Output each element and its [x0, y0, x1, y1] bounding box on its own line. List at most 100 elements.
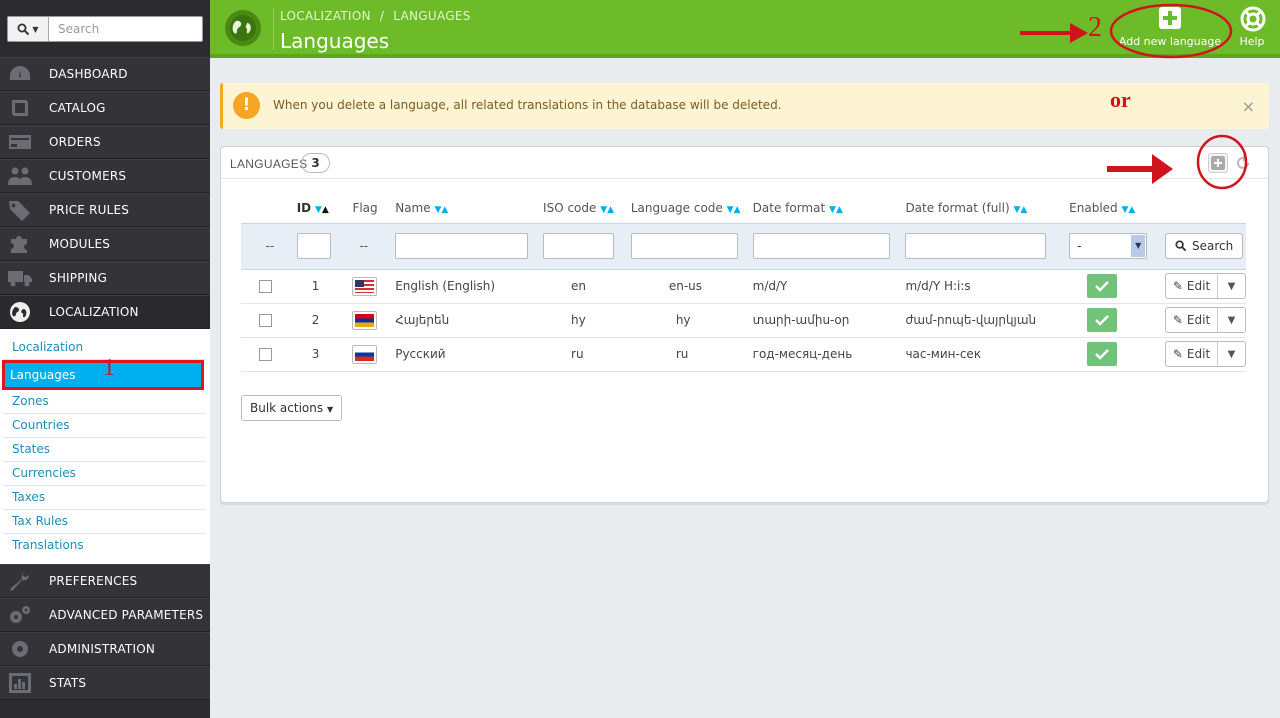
- check-icon: [1095, 281, 1110, 292]
- bulk-actions-button[interactable]: Bulk actions ▼: [241, 395, 343, 421]
- menu-item-price-rules[interactable]: PRICE RULES: [0, 193, 210, 227]
- panel-title: LANGUAGES: [230, 157, 308, 171]
- menu-item-localization[interactable]: LOCALIZATION: [0, 295, 210, 329]
- menu-label: CUSTOMERS: [49, 169, 127, 183]
- column-header-date-format-full[interactable]: Date format (full) ▼▲: [905, 193, 1069, 223]
- filter-enabled-select[interactable]: - ▼: [1069, 233, 1148, 259]
- menu-item-modules[interactable]: MODULES: [0, 227, 210, 261]
- menu-label: SHIPPING: [49, 271, 108, 285]
- menu-item-stats[interactable]: STATS: [0, 666, 210, 700]
- sort-desc-icon[interactable]: ▼: [727, 205, 734, 215]
- sort-asc-icon[interactable]: ▲: [1128, 205, 1135, 215]
- annotation-arrow-add: [1107, 154, 1173, 184]
- submenu-item-zones[interactable]: Zones: [4, 390, 206, 414]
- gear-icon: [0, 632, 40, 666]
- sort-desc-icon[interactable]: ▼: [315, 205, 322, 215]
- row-actions-dropdown[interactable]: ▼: [1218, 308, 1245, 332]
- menu-label: PRICE RULES: [49, 203, 130, 217]
- pencil-icon: ✎: [1172, 313, 1183, 327]
- menu-label: ORDERS: [49, 135, 101, 149]
- caret-down-icon: ▼: [1227, 348, 1236, 360]
- column-header-language-code[interactable]: Language code ▼▲: [631, 193, 753, 223]
- row-checkbox[interactable]: [259, 279, 272, 293]
- menu-label: ADVANCED PARAMETERS: [49, 608, 204, 622]
- sort-asc-icon[interactable]: ▲: [322, 205, 329, 215]
- row-actions-dropdown[interactable]: ▼: [1218, 342, 1245, 366]
- puzzle-icon: [0, 227, 40, 261]
- row-checkbox[interactable]: [259, 347, 272, 361]
- users-icon: [0, 159, 40, 193]
- submenu-item-states[interactable]: States: [4, 438, 206, 462]
- submenu-item-tax-rules[interactable]: Tax Rules: [4, 510, 206, 534]
- check-icon: [1095, 349, 1110, 360]
- cell-iso: en: [543, 269, 631, 304]
- help-button[interactable]: Help: [1235, 6, 1269, 48]
- filter-iso-input[interactable]: [543, 233, 615, 259]
- menu-item-catalog[interactable]: CATALOG: [0, 91, 210, 125]
- annotation-or: or: [1110, 87, 1131, 112]
- row-actions-dropdown[interactable]: ▼: [1218, 274, 1245, 298]
- submenu-item-taxes[interactable]: Taxes: [4, 486, 206, 510]
- header-divider: [273, 8, 274, 50]
- menu-item-preferences[interactable]: PREFERENCES: [0, 564, 210, 598]
- search-button[interactable]: Search: [1165, 233, 1244, 259]
- sort-asc-icon[interactable]: ▲: [1020, 205, 1027, 215]
- sort-asc-icon[interactable]: ▲: [441, 205, 448, 215]
- languages-panel: LANGUAGES 3 ID ▼▲ Flag Name ▼▲ ISO code …: [220, 146, 1269, 503]
- menu-item-shipping[interactable]: SHIPPING: [0, 261, 210, 295]
- edit-button[interactable]: ✎ Edit: [1166, 308, 1218, 332]
- column-header-id[interactable]: ID ▼▲: [297, 193, 353, 223]
- menu-label: ADMINISTRATION: [49, 642, 156, 656]
- enabled-toggle[interactable]: [1087, 308, 1118, 332]
- sort-asc-icon[interactable]: ▲: [607, 205, 614, 215]
- filter-language-code-input[interactable]: [630, 233, 738, 259]
- cogs-icon: [0, 598, 40, 632]
- caret-down-icon: ▼: [1227, 280, 1236, 292]
- dashboard-icon: [0, 57, 40, 91]
- column-header-enabled[interactable]: Enabled ▼▲: [1069, 193, 1165, 223]
- search-input[interactable]: Search: [58, 22, 99, 36]
- column-header-iso-code[interactable]: ISO code ▼▲: [543, 193, 631, 223]
- menu-item-advanced-parameters[interactable]: ADVANCED PARAMETERS: [0, 598, 210, 632]
- search-options-button[interactable]: ▼: [8, 17, 49, 41]
- edit-button-group: ✎ Edit ▼: [1165, 273, 1246, 299]
- row-checkbox[interactable]: [259, 313, 272, 327]
- table-row[interactable]: 2 Հայերեն hy hy տարի-ամիս-օր ժամ-րոպե-վա…: [241, 303, 1246, 338]
- sort-desc-icon[interactable]: ▼: [829, 205, 836, 215]
- table-row[interactable]: 3 Русский ru ru год-месяц-день час-мин-с…: [241, 337, 1246, 372]
- column-header-name[interactable]: Name ▼▲: [395, 193, 543, 223]
- menu-item-customers[interactable]: CUSTOMERS: [0, 159, 210, 193]
- enabled-toggle[interactable]: [1087, 342, 1118, 366]
- edit-button[interactable]: ✎ Edit: [1166, 342, 1218, 366]
- annotation-step-1: 1: [103, 355, 115, 381]
- cell-name: English (English): [395, 269, 544, 304]
- warning-icon: !: [233, 92, 260, 119]
- cell-date-format: տարի-ամիս-օր: [752, 303, 906, 338]
- filter-date-format-full-input[interactable]: [905, 233, 1047, 259]
- languages-table: ID ▼▲ Flag Name ▼▲ ISO code ▼▲ Language …: [241, 193, 1246, 372]
- table-row[interactable]: 1 English (English) en en-us m/d/Y m/d/Y…: [241, 269, 1246, 304]
- cell-name: Русский: [395, 337, 544, 372]
- search-icon: [17, 23, 30, 35]
- sort-asc-icon[interactable]: ▲: [734, 205, 741, 215]
- sort-asc-icon[interactable]: ▲: [836, 205, 843, 215]
- breadcrumb-parent[interactable]: LOCALIZATION: [280, 9, 371, 23]
- column-header-date-format[interactable]: Date format ▼▲: [753, 193, 906, 223]
- menu-item-administration[interactable]: ADMINISTRATION: [0, 632, 210, 666]
- filter-date-format-input[interactable]: [752, 233, 890, 259]
- cell-date-format-full: час-мин-сек: [905, 337, 1070, 372]
- globe-icon: [225, 10, 261, 46]
- edit-button[interactable]: ✎ Edit: [1166, 274, 1218, 298]
- cell-date-format: год-месяц-день: [752, 337, 906, 372]
- close-alert-button[interactable]: ×: [1242, 97, 1255, 116]
- menu-item-orders[interactable]: ORDERS: [0, 125, 210, 159]
- submenu-item-countries[interactable]: Countries: [4, 414, 206, 438]
- submenu-item-translations[interactable]: Translations: [4, 534, 206, 558]
- flag-am-icon: [352, 310, 378, 330]
- filter-id-input[interactable]: [296, 233, 331, 259]
- filter-name-input[interactable]: [395, 233, 529, 259]
- search-box[interactable]: ▼ Search: [7, 16, 203, 42]
- enabled-toggle[interactable]: [1087, 274, 1118, 298]
- menu-item-dashboard[interactable]: DASHBOARD: [0, 57, 210, 91]
- submenu-item-currencies[interactable]: Currencies: [4, 462, 206, 486]
